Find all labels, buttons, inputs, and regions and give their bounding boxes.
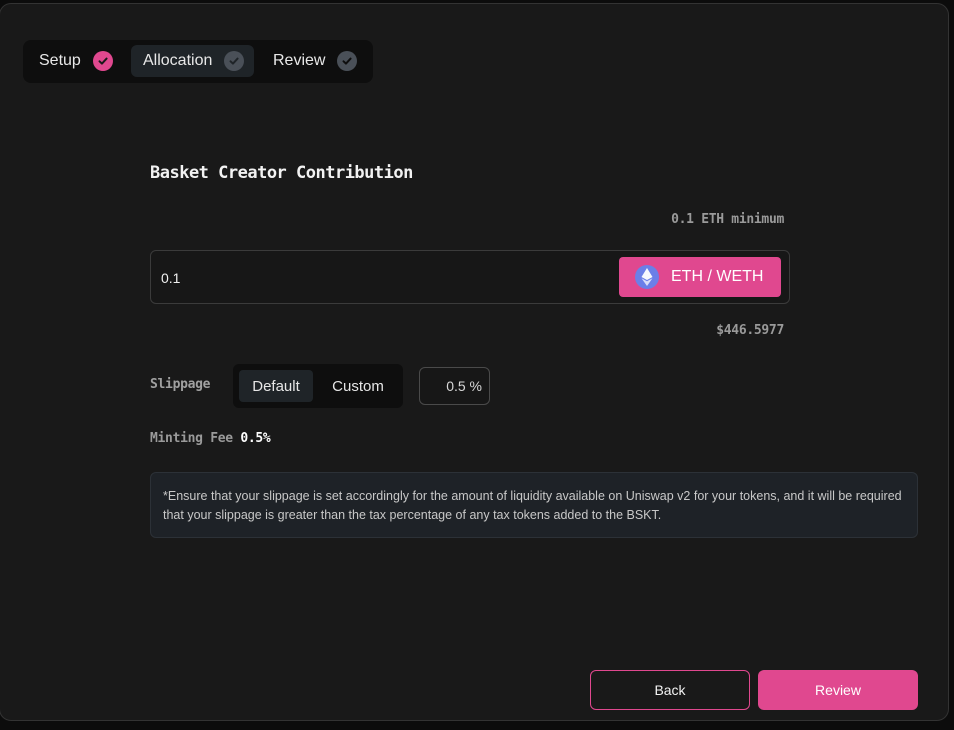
minimum-amount-text: 0.1 ETH minimum <box>671 212 784 227</box>
stepper: Setup Allocation Review <box>23 40 373 83</box>
token-select-button[interactable]: ETH / WETH <box>619 257 781 297</box>
check-icon <box>92 51 113 71</box>
step-allocation[interactable]: Allocation <box>131 45 254 77</box>
review-button[interactable]: Review <box>758 670 918 710</box>
step-review-label: Review <box>273 52 326 69</box>
step-review[interactable]: Review <box>261 45 371 77</box>
contribution-amount-field: ETH / WETH <box>150 250 790 304</box>
step-setup[interactable]: Setup <box>27 45 125 77</box>
ethereum-icon <box>635 265 659 289</box>
page-title: Basket Creator Contribution <box>150 163 413 183</box>
usd-value: $446.5977 <box>716 323 784 338</box>
slippage-toggle: Default Custom <box>233 364 403 408</box>
contribution-amount-input[interactable] <box>159 265 563 291</box>
step-allocation-label: Allocation <box>143 52 213 69</box>
minting-fee-value: 0.5% <box>240 431 271 446</box>
slippage-default-button[interactable]: Default <box>239 370 313 402</box>
check-icon <box>224 51 245 71</box>
allocation-panel: Setup Allocation Review Basket Creator C… <box>0 3 949 721</box>
minting-fee-label: Minting Fee <box>150 431 233 446</box>
slippage-note: *Ensure that your slippage is set accord… <box>150 472 918 538</box>
slippage-custom-button[interactable]: Custom <box>319 370 397 402</box>
back-button[interactable]: Back <box>590 670 750 710</box>
check-icon <box>337 51 358 71</box>
step-setup-label: Setup <box>39 52 81 69</box>
slippage-label: Slippage <box>150 377 211 392</box>
slippage-value-field[interactable]: 0.5 % <box>419 367 490 405</box>
token-select-label: ETH / WETH <box>671 268 764 285</box>
minting-fee: Minting Fee 0.5% <box>150 431 271 446</box>
